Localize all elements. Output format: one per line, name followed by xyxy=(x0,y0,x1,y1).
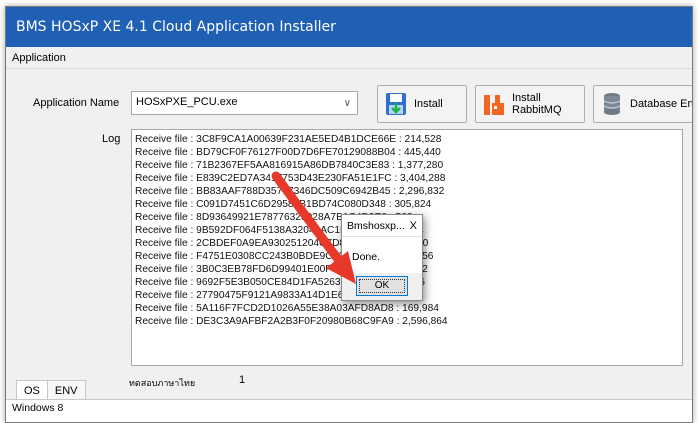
annotation-arrow-icon xyxy=(271,171,356,284)
